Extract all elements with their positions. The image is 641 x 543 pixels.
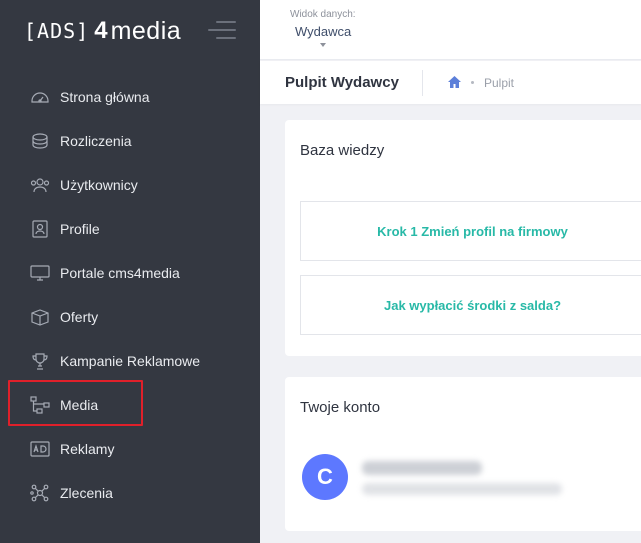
sidebar-item-uzytkownicy[interactable]: Użytkownicy: [0, 163, 260, 207]
kb-link-withdraw[interactable]: Jak wypłacić środki z salda?: [300, 275, 641, 335]
knowledge-base-card: Baza wiedzy Krok 1 Zmień profil na firmo…: [285, 120, 641, 356]
knowledge-base-title: Baza wiedzy: [300, 142, 385, 159]
account-title: Twoje konto: [300, 399, 381, 416]
logo[interactable]: [ADS] 4 media: [24, 17, 181, 45]
menu-toggle-icon[interactable]: [208, 19, 236, 41]
account-name-redacted: [362, 461, 482, 475]
sidebar-item-label: Profile: [60, 221, 100, 237]
sidebar-item-label: Media: [60, 397, 99, 413]
network-icon: [30, 395, 50, 415]
sidebar-nav: Strona główna Rozliczenia Użytkownicy Pr…: [0, 75, 260, 515]
avatar[interactable]: C: [302, 454, 348, 500]
sidebar-item-label: Użytkownicy: [60, 177, 138, 193]
account-card: Twoje konto C: [285, 377, 641, 531]
sidebar-item-label: Kampanie Reklamowe: [60, 353, 201, 369]
sidebar: [ADS] 4 media Strona główna Rozliczenia …: [0, 0, 260, 543]
sidebar-item-label: Rozliczenia: [60, 133, 132, 149]
subheader: Pulpit Wydawcy Pulpit: [260, 61, 641, 104]
share-nodes-icon: [30, 483, 50, 503]
breadcrumb-pulpit[interactable]: Pulpit: [484, 76, 514, 90]
ad-icon: [30, 439, 50, 459]
users-icon: [30, 175, 50, 195]
logo-media: media: [110, 16, 182, 45]
coins-icon: [30, 131, 50, 151]
page-title: Pulpit Wydawcy: [285, 74, 399, 91]
sidebar-item-zlecenia[interactable]: Zlecenia: [0, 471, 260, 515]
breadcrumb-separator: [471, 81, 474, 84]
topbar: Widok danych: Wydawca: [260, 0, 641, 60]
view-select[interactable]: Wydawca: [295, 24, 351, 39]
logo-four: 4: [94, 17, 108, 44]
sidebar-item-profile[interactable]: Profile: [0, 207, 260, 251]
sidebar-item-label: Zlecenia: [60, 485, 113, 501]
sidebar-item-label: Reklamy: [60, 441, 115, 457]
logo-ads: [ADS]: [24, 19, 90, 43]
sidebar-item-media[interactable]: Media: [0, 383, 260, 427]
profile-icon: [30, 219, 50, 239]
box-icon: [30, 307, 50, 327]
dashboard-icon: [30, 87, 50, 107]
sidebar-item-label: Strona główna: [60, 89, 150, 105]
sidebar-item-kampanie[interactable]: Kampanie Reklamowe: [0, 339, 260, 383]
sidebar-item-label: Oferty: [60, 309, 99, 325]
sidebar-item-oferty[interactable]: Oferty: [0, 295, 260, 339]
sidebar-item-label: Portale cms4media: [60, 265, 180, 281]
divider: [422, 70, 423, 96]
kb-link-profile[interactable]: Krok 1 Zmień profil na firmowy: [300, 201, 641, 261]
sidebar-item-portale[interactable]: Portale cms4media: [0, 251, 260, 295]
sidebar-item-reklamy[interactable]: Reklamy: [0, 427, 260, 471]
home-icon[interactable]: [447, 75, 462, 89]
sidebar-item-strona-glowna[interactable]: Strona główna: [0, 75, 260, 119]
view-label: Widok danych:: [290, 9, 356, 20]
account-email-redacted: [362, 483, 562, 495]
caret-down-icon[interactable]: [320, 43, 326, 47]
monitor-icon: [30, 263, 50, 283]
trophy-icon: [30, 351, 50, 371]
sidebar-item-rozliczenia[interactable]: Rozliczenia: [0, 119, 260, 163]
